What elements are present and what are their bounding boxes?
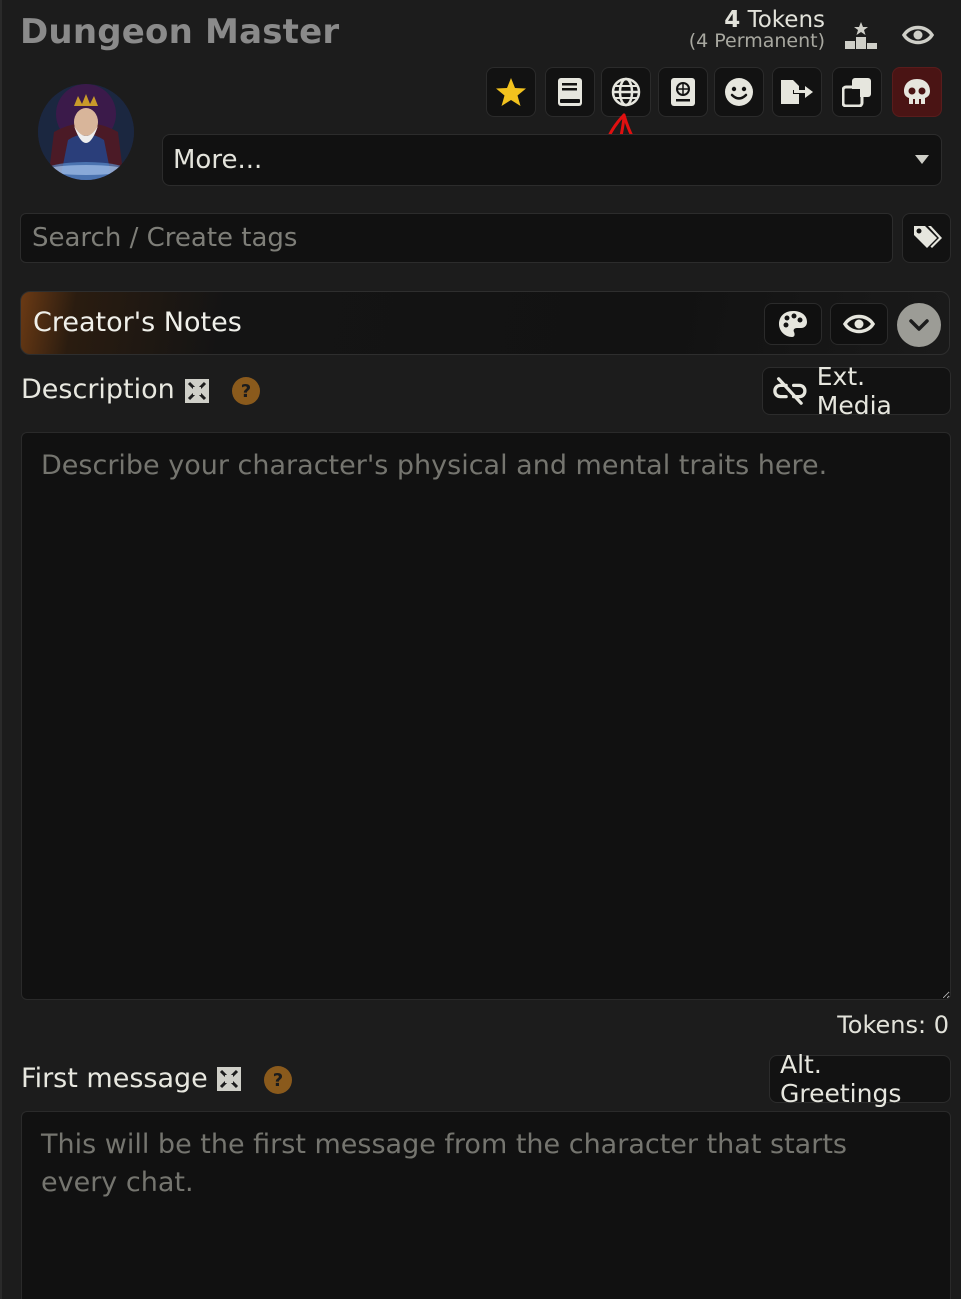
character-actions-toolbar bbox=[2, 67, 961, 119]
export-icon bbox=[781, 80, 813, 104]
expand-icon[interactable] bbox=[184, 378, 210, 404]
eye-icon[interactable] bbox=[899, 18, 937, 52]
description-token-count: Tokens: 0 bbox=[837, 1011, 949, 1039]
smiley-icon bbox=[725, 78, 753, 106]
unlink-icon bbox=[773, 377, 807, 405]
favorite-button[interactable] bbox=[486, 67, 536, 117]
ext-media-button[interactable]: Ext. Media bbox=[762, 362, 951, 420]
character-editor-panel: Dungeon Master 4 Tokens (4 Permanent) Mo… bbox=[0, 0, 961, 1299]
alt-greetings-button[interactable]: Alt. Greetings bbox=[769, 1050, 951, 1108]
question-icon[interactable]: ? bbox=[232, 377, 260, 405]
tags-icon bbox=[913, 226, 942, 248]
tokens-label: Tokens bbox=[740, 7, 825, 33]
world-info-button[interactable] bbox=[601, 67, 651, 117]
globe-icon bbox=[611, 77, 641, 107]
chevron-down-icon bbox=[909, 319, 929, 331]
eye-icon bbox=[843, 314, 875, 334]
character-name[interactable]: Dungeon Master bbox=[20, 12, 339, 52]
more-actions-dropdown[interactable]: More... bbox=[162, 134, 942, 186]
first-message-textarea[interactable] bbox=[21, 1111, 951, 1299]
tokens-permanent: (4 Permanent) bbox=[688, 30, 825, 53]
creators-notes-header[interactable]: Creator's Notes bbox=[20, 291, 950, 355]
alt-greetings-label: Alt. Greetings bbox=[780, 1050, 902, 1108]
creators-notes-title: Creator's Notes bbox=[33, 307, 242, 338]
first-message-label: First message bbox=[21, 1063, 208, 1094]
tokens-number: 4 bbox=[724, 7, 741, 33]
chat-lore-button[interactable] bbox=[658, 67, 708, 117]
delete-button[interactable] bbox=[892, 67, 942, 117]
emotions-button[interactable] bbox=[714, 67, 764, 117]
palette-button[interactable] bbox=[764, 303, 822, 345]
lorebook-button[interactable] bbox=[545, 67, 595, 117]
expand-icon[interactable] bbox=[216, 1066, 242, 1092]
palette-icon bbox=[779, 311, 807, 337]
passport-icon bbox=[671, 78, 695, 106]
star-icon bbox=[496, 78, 526, 106]
chevron-down-icon bbox=[915, 155, 929, 164]
tags-button[interactable] bbox=[902, 213, 951, 263]
description-label: Description bbox=[21, 374, 175, 405]
export-button[interactable] bbox=[772, 67, 822, 117]
question-icon[interactable]: ? bbox=[264, 1066, 292, 1094]
podium-icon[interactable] bbox=[842, 18, 880, 52]
book-icon bbox=[558, 78, 582, 106]
duplicate-button[interactable] bbox=[832, 67, 882, 117]
notes-toggle-button[interactable] bbox=[897, 303, 941, 347]
ext-media-label: Ext. Media bbox=[816, 362, 892, 420]
more-actions-value: More... bbox=[173, 145, 263, 175]
tags-search-input[interactable] bbox=[20, 213, 893, 263]
token-counter: 4 Tokens (4 Permanent) bbox=[689, 8, 825, 52]
skull-icon bbox=[904, 79, 930, 104]
description-textarea[interactable] bbox=[21, 432, 951, 1000]
copy-icon bbox=[842, 78, 871, 107]
notes-visibility-button[interactable] bbox=[830, 303, 888, 345]
